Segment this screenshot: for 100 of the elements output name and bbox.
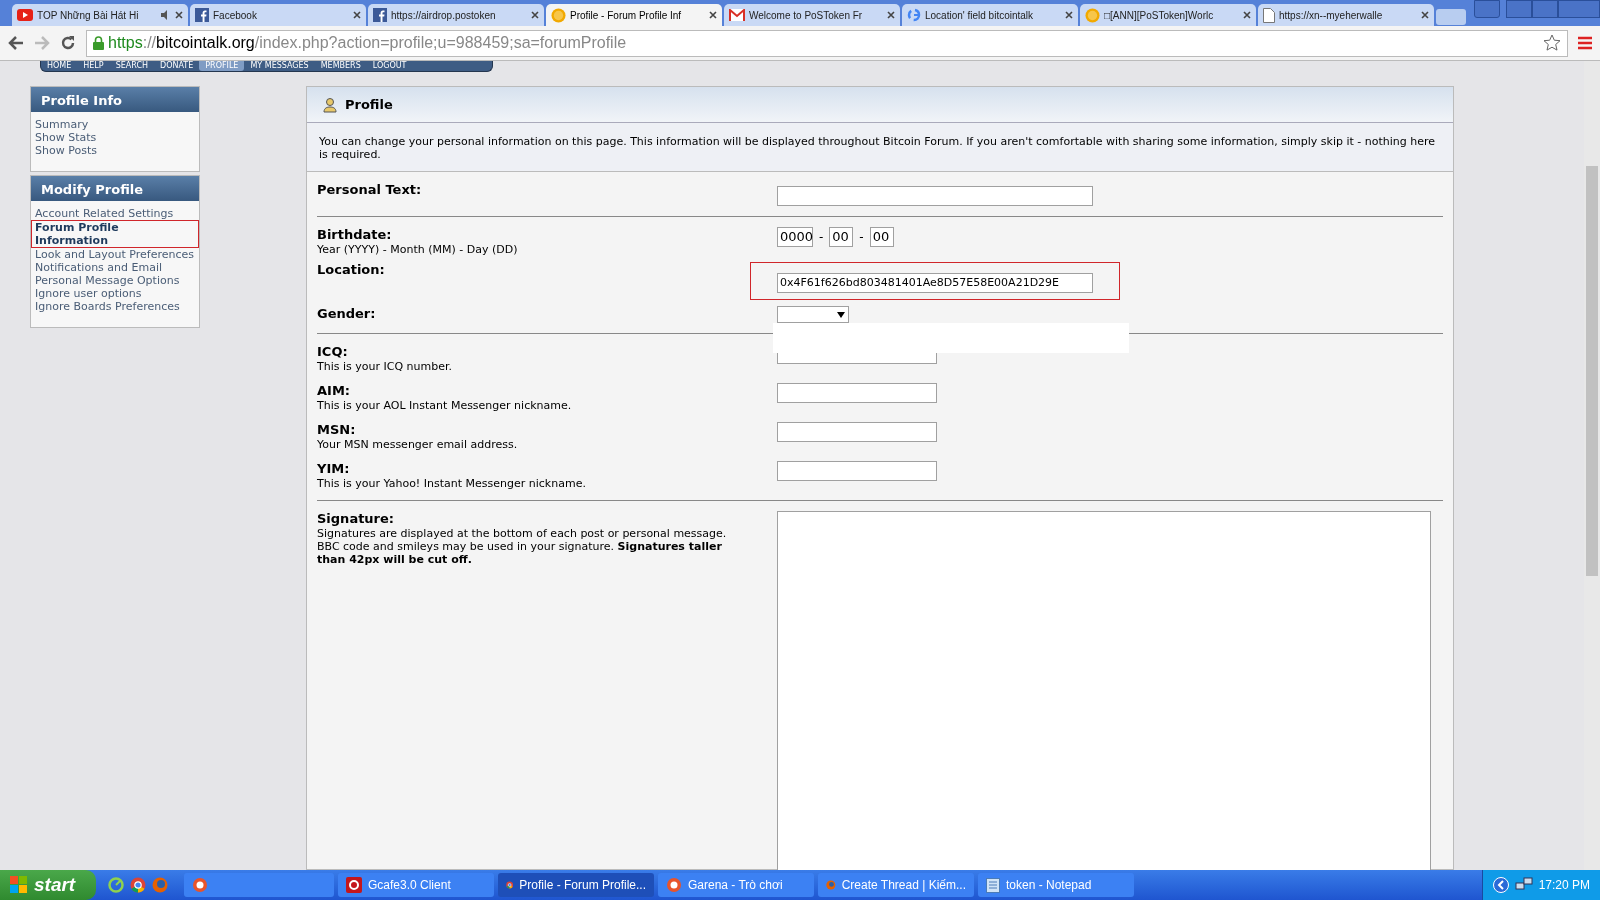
dropdown-select[interactable] [777,306,849,323]
video-logo-icon [17,9,33,21]
forum-menu-item[interactable]: DONATE [154,61,200,71]
sidebar-link[interactable]: Forum Profile Information [31,220,199,248]
sidebar-link[interactable]: Look and Layout Preferences [35,248,195,261]
field-label: MSN: [317,422,357,438]
close-icon[interactable] [1065,11,1073,19]
tab-title: https://xn--myeherwalle [1279,8,1384,23]
sidebar-link[interactable]: Notifications and Email [35,261,163,274]
f-logo-icon [195,8,209,22]
clock: 17:20 PM [1538,877,1590,894]
text-field[interactable] [777,185,1093,206]
caret-icon [837,311,845,318]
tab-title: Welcome to PoSToken Fr [749,8,864,23]
forum-menu-item[interactable]: HELP [77,61,110,71]
forum-menu-item[interactable]: MY MESSAGES [244,61,315,71]
reload-icon[interactable] [60,35,76,51]
sidebar-title: Profile Info [31,87,199,112]
envelope-icon [729,9,745,21]
coin-icon [1085,7,1100,23]
sidebar-link[interactable]: Summary [35,118,89,131]
fox-globe-icon [152,877,168,893]
browser-tab[interactable]: TOP Những Bài Hát Hi [12,4,188,26]
swirl-icon [192,877,208,893]
address-bar[interactable]: https://bitcointalk.org/index.php?action=profile;u=988459;sa=forumProfile [86,29,1568,57]
close-icon[interactable] [887,11,895,19]
f-logo-icon [373,8,387,22]
star-icon[interactable] [1543,34,1561,52]
padlock-icon [93,36,104,50]
close-icon[interactable] [353,11,361,19]
field-label: YIM: [317,461,351,477]
url-text: https://bitcointalk.org/index.php?action=profile;u=988459;sa=forumProfile [108,33,628,53]
browser-tab[interactable]: Welcome to PoSToken Fr [724,4,900,26]
browser-tab[interactable]: https://xn--myeherwalle [1258,4,1434,26]
day-field[interactable]: 00 [869,227,894,247]
sidebar-link[interactable]: Ignore Boards Preferences [35,300,180,313]
panel-title: Profile [345,95,393,114]
browser-logo-icon [130,877,146,893]
tab-title: TOP Những Bài Hát Hi [37,8,140,23]
tab-title: Facebook [213,8,258,23]
text-field[interactable] [777,422,937,442]
swirl-icon [666,877,682,893]
sidebar-link[interactable]: Show Stats [35,131,97,144]
dash-separator: - [819,229,824,246]
taskbar-button[interactable]: Gcafe3.0 Client [338,873,494,897]
field-label: Birthdate: [317,227,393,243]
text-field[interactable]: 0x4F61f626bd803481401Ae8D57E58E00A21D29E [777,272,1093,293]
network-icon[interactable] [1514,877,1533,893]
sidebar-link[interactable]: Personal Message Options [35,274,180,287]
ring-icon [108,877,124,893]
year-field[interactable]: 0000 [777,227,813,247]
text-field[interactable] [777,383,937,403]
close-icon[interactable] [709,11,717,19]
field-hint: This is your AOL Instant Messenger nickname. [317,399,573,412]
back-arrow-icon[interactable] [8,36,24,50]
menu-icon[interactable] [1578,36,1592,50]
month-field[interactable]: 00 [829,227,854,247]
notepad-icon [986,877,1000,893]
field-hint: Year (YYYY) - Month (MM) - Day (DD) [317,243,519,256]
browser-tab[interactable]: https://airdrop.postoken [368,4,544,26]
tab-title: Location' field bitcointalk [925,8,1035,23]
forum-menu-item[interactable]: SEARCH [109,61,154,71]
forum-menu-item[interactable]: MEMBERS [314,61,367,71]
sidebar-link[interactable]: Ignore user options [35,287,142,300]
taskbar-button[interactable]: Garena - Trò chơi [658,873,814,897]
sidebar-link[interactable]: Show Posts [35,144,97,157]
forward-arrow-icon[interactable] [34,36,50,50]
browser-tab[interactable]: Profile - Forum Profile Inf [546,4,722,26]
tab-title: □[ANN][PoSToken]Worlc [1104,8,1215,23]
browser-tab[interactable]: □[ANN][PoSToken]Worlc [1080,4,1256,26]
taskbar-button[interactable]: Profile - Forum Profile... [498,873,654,897]
text-field[interactable] [777,461,937,481]
browser-tab[interactable]: Location' field bitcointalk [902,4,1078,26]
tab-title: Profile - Forum Profile Inf [570,8,683,23]
field-label: Personal Text: [317,182,423,198]
scrollbar-thumb[interactable] [1586,166,1598,576]
forum-menu-item[interactable]: HOME [41,61,78,71]
taskbar-button[interactable]: token - Notepad [978,873,1134,897]
start-button[interactable]: start [0,870,96,900]
field-label: AIM: [317,383,352,399]
field-hint: Signatures are displayed at the bottom of each post or personal message. BBC code and smileys may be used in your signature. Signatures taller than 42px will be cut off. [317,527,728,566]
browser-tab[interactable]: Facebook [190,4,366,26]
field-hint: This is your ICQ number. [317,360,453,373]
forum-menu-item[interactable]: LOGOUT [366,61,413,71]
taskbar-button[interactable]: Create Thread | Kiếm... [818,873,974,897]
sidebar-link[interactable]: Account Related Settings [35,207,174,220]
field-hint: Your MSN messenger email address. [317,438,519,451]
close-icon[interactable] [175,11,183,19]
close-icon[interactable] [531,11,539,19]
new-tab-button[interactable] [1436,9,1466,25]
panel-description: You can change your personal information on this page. This information will be displayed throughout Bitcoin Forum. If you aren't comfortable with sharing some information, simply skip it - nothing here is required. [307,123,1453,172]
close-icon[interactable] [1243,11,1251,19]
sidebar-title: Modify Profile [31,176,199,201]
close-icon[interactable] [1421,11,1429,19]
windows-flag-icon [10,876,28,894]
field-hint: This is your Yahoo! Instant Messenger nickname. [317,477,587,490]
tab-title: https://airdrop.postoken [391,8,497,23]
document-icon [1263,7,1275,23]
chevron-icon[interactable] [1492,877,1509,893]
coin-icon [551,7,566,23]
